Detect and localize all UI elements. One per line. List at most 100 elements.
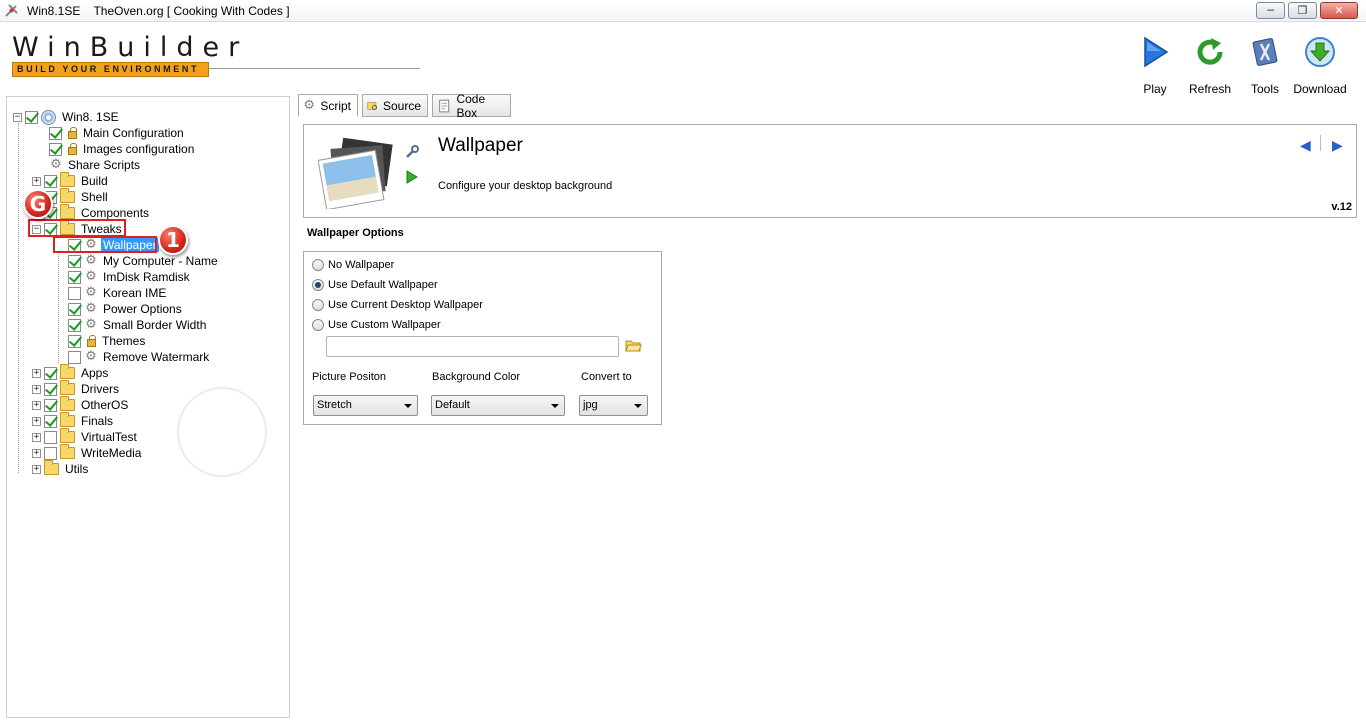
radio-icon[interactable] — [312, 279, 324, 291]
tree-node-share-scripts[interactable]: ⚙ Share Scripts — [49, 157, 142, 173]
checkbox-icon[interactable] — [44, 366, 57, 380]
convert-to-select[interactable]: jpg — [579, 395, 648, 416]
download-button[interactable]: Download — [1290, 36, 1350, 96]
play-button[interactable]: Play — [1125, 36, 1185, 96]
tree-node-label: Themes — [102, 334, 146, 348]
tab-code-box[interactable]: Code Box — [432, 92, 511, 120]
tab-script[interactable]: ⚙ Script — [298, 94, 358, 117]
nav-divider — [1320, 135, 1321, 151]
tree-node-apps[interactable]: + Apps — [32, 364, 110, 381]
tree-node-finals[interactable]: + Finals — [32, 412, 115, 429]
tree-node-label: Power Options — [103, 302, 182, 316]
open-folder-icon[interactable] — [625, 338, 642, 353]
radio-no-wallpaper[interactable]: No Wallpaper — [312, 259, 394, 271]
tools-button[interactable]: Tools — [1235, 36, 1295, 96]
radio-use-current-desktop-wallpaper[interactable]: Use Current Desktop Wallpaper — [312, 299, 483, 311]
tree-node-my-computer-name[interactable]: ⚙ My Computer - Name — [68, 253, 220, 269]
run-icon[interactable] — [406, 170, 418, 184]
maximize-button[interactable]: ❐ — [1288, 2, 1317, 19]
tree-node-label: Small Border Width — [103, 318, 207, 332]
folder-icon — [60, 396, 75, 411]
tree-node-label: Win8. 1SE — [62, 110, 119, 124]
radio-icon[interactable] — [312, 299, 324, 311]
radio-label: Use Current Desktop Wallpaper — [328, 299, 483, 311]
expand-icon[interactable]: + — [32, 448, 41, 458]
tree-node-label: ImDisk Ramdisk — [103, 270, 190, 284]
tree-node-writemedia[interactable]: + WriteMedia — [32, 444, 143, 461]
tree-node-build[interactable]: + Build — [32, 172, 110, 189]
tree-node-images-configuration[interactable]: Images configuration — [49, 141, 196, 157]
radio-use-default-wallpaper[interactable]: Use Default Wallpaper — [312, 279, 438, 291]
checkbox-icon[interactable] — [44, 382, 57, 396]
wallpaper-photo-icon — [318, 137, 393, 209]
checkbox-icon[interactable] — [68, 286, 81, 300]
checkbox-icon[interactable] — [25, 110, 38, 124]
collapse-icon[interactable]: − — [13, 112, 22, 122]
radio-icon[interactable] — [312, 259, 324, 271]
checkbox-icon[interactable] — [68, 254, 81, 268]
tree-node-otheros[interactable]: + OtherOS — [32, 396, 130, 413]
background-color-select[interactable]: Default — [431, 395, 565, 416]
gear-icon: ⚙ — [50, 157, 62, 172]
checkbox-icon[interactable] — [44, 430, 57, 444]
tree-node-drivers[interactable]: + Drivers — [32, 380, 121, 397]
checkbox-icon[interactable] — [44, 398, 57, 412]
custom-wallpaper-path-input[interactable] — [326, 336, 619, 357]
checkbox-icon[interactable] — [68, 350, 81, 364]
previous-script-icon[interactable]: ◀ — [1300, 137, 1311, 154]
checkbox-icon[interactable] — [44, 174, 57, 188]
tools-label: Tools — [1250, 82, 1279, 96]
close-icon: ✕ — [1334, 4, 1344, 17]
chevron-down-icon — [551, 404, 559, 408]
checkbox-icon[interactable] — [68, 334, 81, 348]
close-button[interactable]: ✕ — [1320, 2, 1358, 19]
picture-position-label: Picture Positon — [312, 371, 386, 383]
lock-icon — [68, 143, 77, 155]
radio-icon[interactable] — [312, 319, 324, 331]
tree-node-main-configuration[interactable]: Main Configuration — [49, 125, 186, 141]
expand-icon[interactable]: + — [32, 400, 41, 410]
checkbox-icon[interactable] — [68, 318, 81, 332]
tree-node-small-border-width[interactable]: ⚙ Small Border Width — [68, 317, 208, 333]
folder-icon — [60, 364, 75, 379]
download-label: Download — [1293, 82, 1347, 96]
minimize-button[interactable]: ─ — [1256, 2, 1285, 19]
play-label: Play — [1143, 82, 1167, 96]
refresh-icon — [1197, 38, 1223, 65]
expand-icon[interactable]: + — [32, 176, 41, 186]
checkbox-icon[interactable] — [49, 142, 62, 156]
tree-node-korean-ime[interactable]: ⚙ Korean IME — [68, 285, 168, 301]
picture-position-select[interactable]: Stretch — [313, 395, 418, 416]
expand-icon[interactable]: + — [32, 368, 41, 378]
tree-node-root[interactable]: − Win8. 1SE — [13, 109, 121, 125]
expand-icon[interactable]: + — [32, 432, 41, 442]
refresh-button[interactable]: Refresh — [1180, 36, 1240, 96]
folder-icon — [60, 444, 75, 459]
tree-node-themes[interactable]: Themes — [68, 333, 147, 349]
checkbox-icon[interactable] — [44, 414, 57, 428]
checkbox-icon[interactable] — [68, 270, 81, 284]
wrench-icon[interactable] — [404, 144, 420, 160]
expand-icon[interactable]: + — [32, 384, 41, 394]
background-color-label: Background Color — [432, 371, 521, 383]
tab-source[interactable]: Source — [362, 94, 428, 117]
checkbox-icon[interactable] — [68, 302, 81, 316]
tree-node-power-options[interactable]: ⚙ Power Options — [68, 301, 184, 317]
checkbox-icon[interactable] — [49, 126, 62, 140]
tree-node-imdisk-ramdisk[interactable]: ⚙ ImDisk Ramdisk — [68, 269, 192, 285]
script-tree[interactable]: − Win8. 1SE Main Configuration Images co… — [6, 96, 290, 718]
script-header-card: Wallpaper Configure your desktop backgro… — [303, 124, 1357, 218]
radio-use-custom-wallpaper[interactable]: Use Custom Wallpaper — [312, 319, 441, 331]
tools-icon — [1252, 38, 1278, 66]
folder-icon — [60, 188, 75, 203]
checkbox-icon[interactable] — [44, 446, 57, 460]
next-script-icon[interactable]: ▶ — [1332, 137, 1343, 154]
tree-node-virtualtest[interactable]: + VirtualTest — [32, 428, 139, 445]
download-icon — [1305, 37, 1335, 67]
expand-icon[interactable]: + — [32, 416, 41, 426]
tab-script-label: Script — [320, 98, 351, 113]
expand-icon[interactable]: + — [32, 464, 41, 474]
tree-node-remove-watermark[interactable]: ⚙ Remove Watermark — [68, 349, 211, 365]
tree-node-utils[interactable]: + Utils — [32, 460, 90, 477]
tree-node-label: Build — [81, 174, 108, 188]
